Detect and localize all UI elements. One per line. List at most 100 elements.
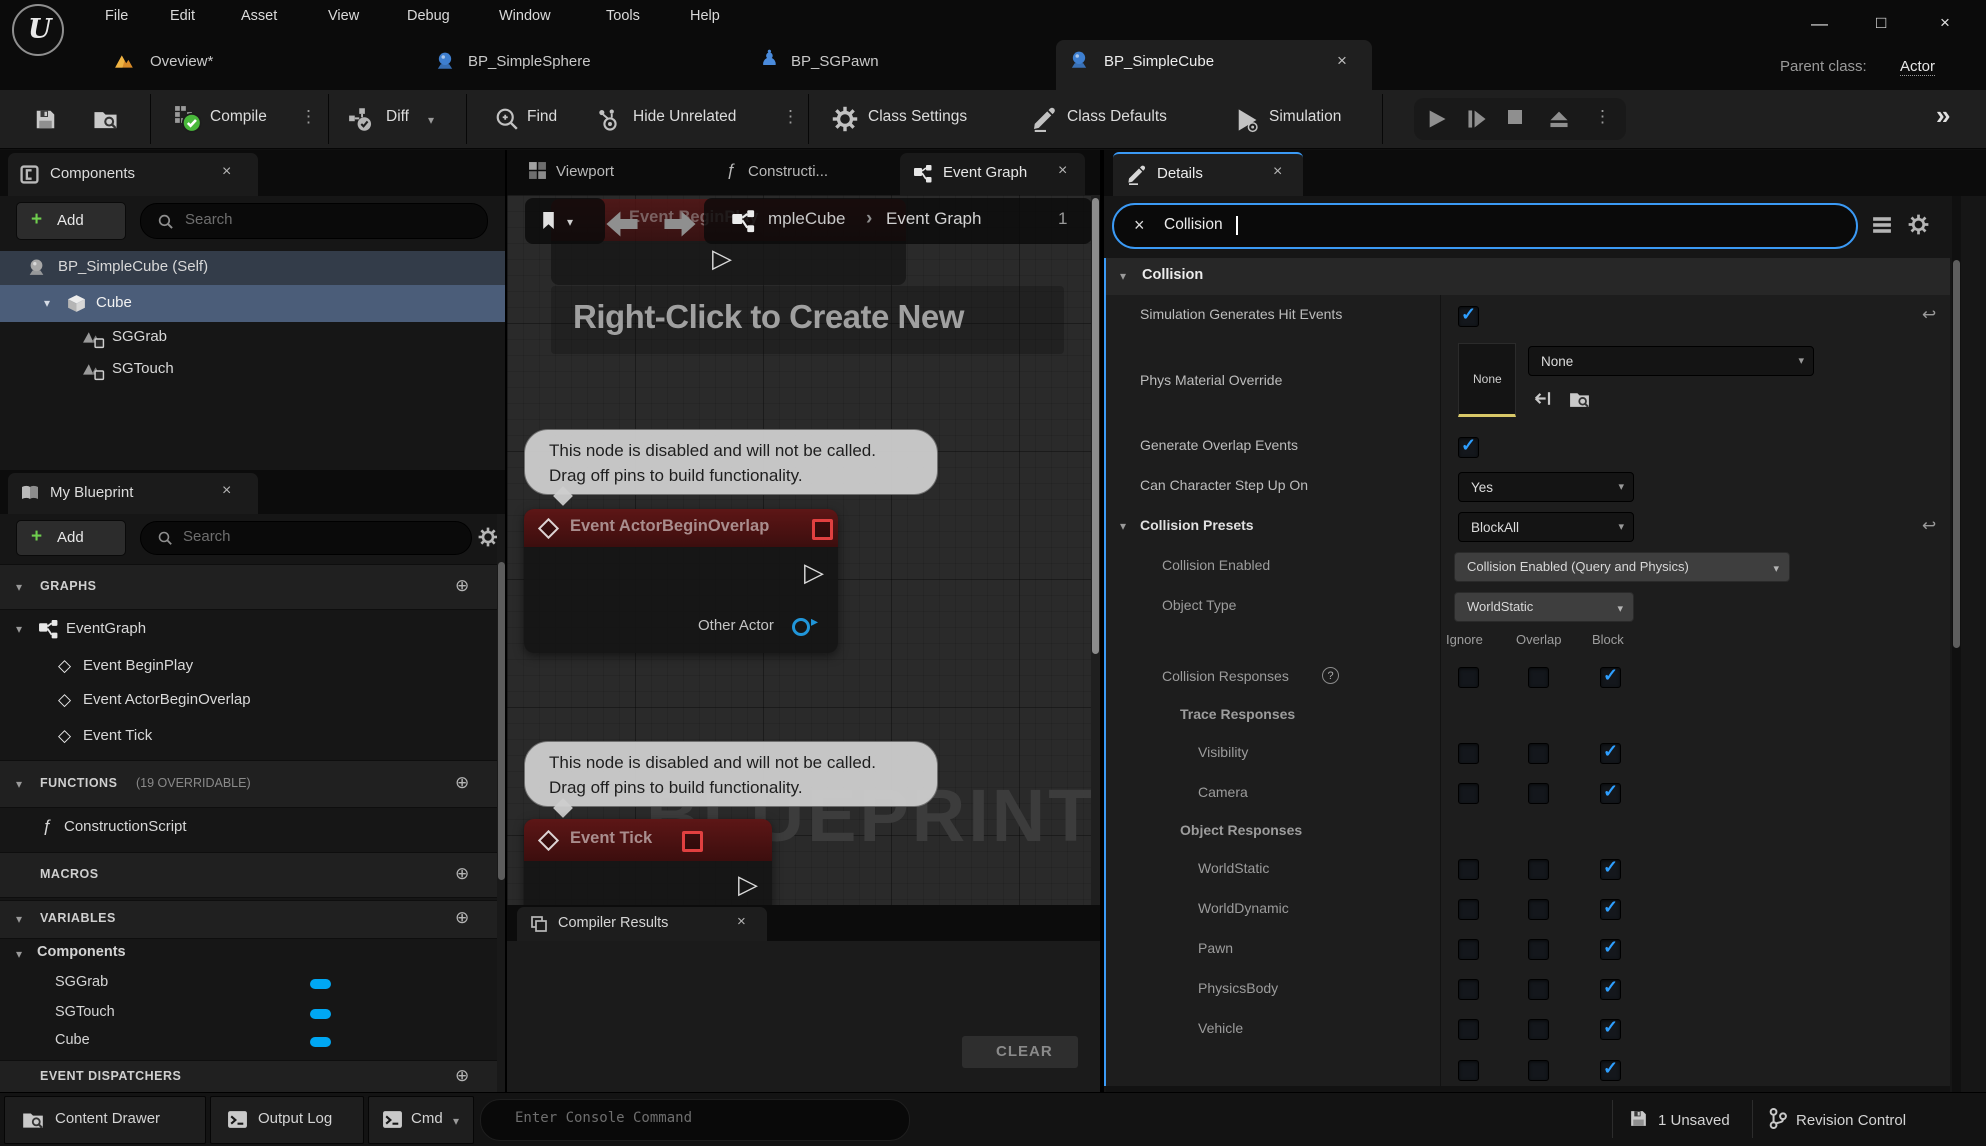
section-variables[interactable]: ▾ VARIABLES ⊕: [0, 900, 497, 939]
exec-pin[interactable]: ▷: [712, 245, 732, 271]
checkbox-ignore[interactable]: [1458, 1060, 1479, 1081]
menu-view[interactable]: View: [328, 8, 359, 24]
item-event-actorbeginoverlap[interactable]: ◇ Event ActorBeginOverlap: [0, 686, 497, 716]
compile-button[interactable]: Compile: [210, 108, 267, 126]
tree-row-sggrab[interactable]: SGGrab: [0, 322, 505, 354]
help-icon[interactable]: ?: [1322, 667, 1339, 684]
search-settings-gear-icon[interactable]: [478, 527, 498, 547]
graph-scrollbar[interactable]: [1091, 195, 1100, 905]
variable-row-sggrab[interactable]: SGGrab: [0, 970, 497, 998]
checkbox-overlap[interactable]: [1528, 783, 1549, 804]
parent-class-link[interactable]: Actor: [1900, 58, 1935, 76]
revision-control-button[interactable]: Revision Control: [1796, 1112, 1906, 1129]
tree-row-self[interactable]: BP_SimpleCube (Self): [0, 251, 505, 285]
tab-construction-script[interactable]: Constructi...: [748, 163, 828, 180]
exec-pin[interactable]: ▷: [738, 871, 758, 897]
close-icon[interactable]: ×: [222, 163, 231, 181]
details-search-input[interactable]: × Collision: [1112, 203, 1858, 249]
menu-help[interactable]: Help: [690, 8, 720, 24]
checkbox-block-checked[interactable]: ✓: [1600, 743, 1621, 764]
nav-back-icon[interactable]: [602, 210, 642, 238]
play-icon[interactable]: [1426, 108, 1448, 130]
item-eventgraph[interactable]: ▾ EventGraph: [0, 612, 497, 648]
close-icon[interactable]: ×: [1273, 163, 1282, 181]
class-settings-button[interactable]: Class Settings: [868, 108, 967, 126]
class-defaults-button[interactable]: Class Defaults: [1067, 108, 1167, 126]
doc-tab-overview[interactable]: Oveview*: [150, 53, 213, 70]
tab-viewport[interactable]: Viewport: [556, 163, 614, 180]
add-function-icon[interactable]: ⊕: [455, 773, 469, 793]
details-scrollbar[interactable]: [1952, 196, 1961, 1092]
doc-tab-simplesphere[interactable]: BP_SimpleSphere: [468, 53, 591, 70]
find-icon[interactable]: [495, 107, 520, 132]
hide-unrelated-icon[interactable]: [596, 108, 624, 132]
bookmark-icon[interactable]: [541, 211, 556, 230]
maximize-button[interactable]: □: [1876, 13, 1886, 33]
checkbox-block-checked[interactable]: ✓: [1600, 859, 1621, 880]
checkbox-block-checked[interactable]: ✓: [1600, 783, 1621, 804]
node-event-actorbeginoverlap[interactable]: Event ActorBeginOverlap ▷ Other Actor ▸: [524, 509, 838, 653]
section-event-dispatchers[interactable]: EVENT DISPATCHERS ⊕: [0, 1060, 497, 1094]
details-tab[interactable]: Details ×: [1113, 152, 1303, 196]
checkbox-ignore[interactable]: [1458, 979, 1479, 1000]
add-blueprint-item-button[interactable]: + Add: [16, 520, 126, 556]
checkbox-ignore[interactable]: [1458, 783, 1479, 804]
variable-row-cube[interactable]: Cube: [0, 1028, 497, 1056]
checkbox-overlap[interactable]: [1528, 667, 1549, 688]
scrollbar-thumb[interactable]: [498, 562, 505, 880]
play-options-icon[interactable]: ⋮: [1594, 107, 1611, 127]
simulation-icon[interactable]: [1234, 107, 1260, 133]
hide-unrelated-options-icon[interactable]: ⋮: [782, 107, 799, 127]
nav-forward-icon[interactable]: [660, 210, 700, 238]
checkbox-ignore[interactable]: [1458, 939, 1479, 960]
clear-button[interactable]: CLEAR: [962, 1036, 1078, 1068]
breadcrumb-trail[interactable]: mpleCube: [768, 209, 846, 229]
checkbox-checked[interactable]: ✓: [1458, 437, 1479, 458]
checkbox-block-checked[interactable]: ✓: [1600, 899, 1621, 920]
menu-file[interactable]: File: [105, 8, 128, 24]
tree-row-sgtouch[interactable]: SGTouch: [0, 354, 505, 386]
pencil-icon[interactable]: [1031, 107, 1056, 132]
exec-pin[interactable]: ▷: [804, 559, 824, 585]
variable-row-sgtouch[interactable]: SGTouch: [0, 1000, 497, 1028]
variables-group-components[interactable]: ▾ Components: [0, 940, 497, 968]
object-type-dropdown[interactable]: WorldStatic ▾: [1454, 592, 1634, 622]
checkbox-ignore[interactable]: [1458, 667, 1479, 688]
browse-to-asset-icon[interactable]: [1568, 389, 1591, 410]
compile-icon[interactable]: [174, 105, 202, 133]
item-constructionscript[interactable]: ƒ ConstructionScript: [0, 810, 497, 848]
details-settings-gear-icon[interactable]: [1908, 214, 1929, 235]
checkbox-overlap[interactable]: [1528, 1060, 1549, 1081]
chevron-down-icon[interactable]: ▾: [428, 113, 434, 127]
checkbox-overlap[interactable]: [1528, 859, 1549, 880]
toolbar-overflow-icon[interactable]: »: [1936, 100, 1950, 131]
close-icon[interactable]: ×: [222, 482, 231, 500]
can-character-step-dropdown[interactable]: Yes ▾: [1458, 472, 1634, 502]
debug-indicator[interactable]: [682, 831, 703, 852]
display-filter-icon[interactable]: [1872, 216, 1892, 234]
collision-enabled-dropdown[interactable]: Collision Enabled (Query and Physics) ▾: [1454, 552, 1790, 582]
section-graphs[interactable]: ▾ GRAPHS ⊕: [0, 564, 497, 610]
event-graph-canvas[interactable]: BLUEPRINT Event BeginPlay ▷ ▾ mpleCube ›…: [507, 195, 1100, 905]
add-variable-icon[interactable]: ⊕: [455, 908, 469, 928]
checkbox-block-checked[interactable]: ✓: [1600, 1060, 1621, 1081]
close-icon[interactable]: ×: [737, 913, 746, 930]
output-log-button[interactable]: Output Log: [210, 1096, 364, 1144]
node-event-tick[interactable]: Event Tick ▷: [524, 819, 772, 905]
components-tab[interactable]: Components ×: [8, 153, 258, 196]
compiler-results-tab[interactable]: Compiler Results ×: [517, 907, 767, 941]
checkbox-ignore[interactable]: [1458, 1019, 1479, 1040]
checkbox-overlap[interactable]: [1528, 899, 1549, 920]
diff-button[interactable]: Diff: [386, 108, 409, 126]
close-window-button[interactable]: ×: [1940, 13, 1950, 33]
frame-skip-icon[interactable]: [1466, 108, 1488, 130]
collision-presets-dropdown[interactable]: BlockAll ▾: [1458, 512, 1634, 542]
tab-event-graph[interactable]: Event Graph ×: [900, 153, 1085, 195]
checkbox-block-checked[interactable]: ✓: [1600, 939, 1621, 960]
chevron-down-icon[interactable]: ▾: [567, 215, 573, 229]
item-event-tick[interactable]: ◇ Event Tick: [0, 722, 497, 752]
unsaved-indicator[interactable]: 1 Unsaved: [1658, 1112, 1730, 1129]
find-button[interactable]: Find: [527, 108, 557, 126]
scrollbar-thumb[interactable]: [1092, 198, 1099, 654]
breadcrumb-current[interactable]: Event Graph: [886, 209, 981, 229]
